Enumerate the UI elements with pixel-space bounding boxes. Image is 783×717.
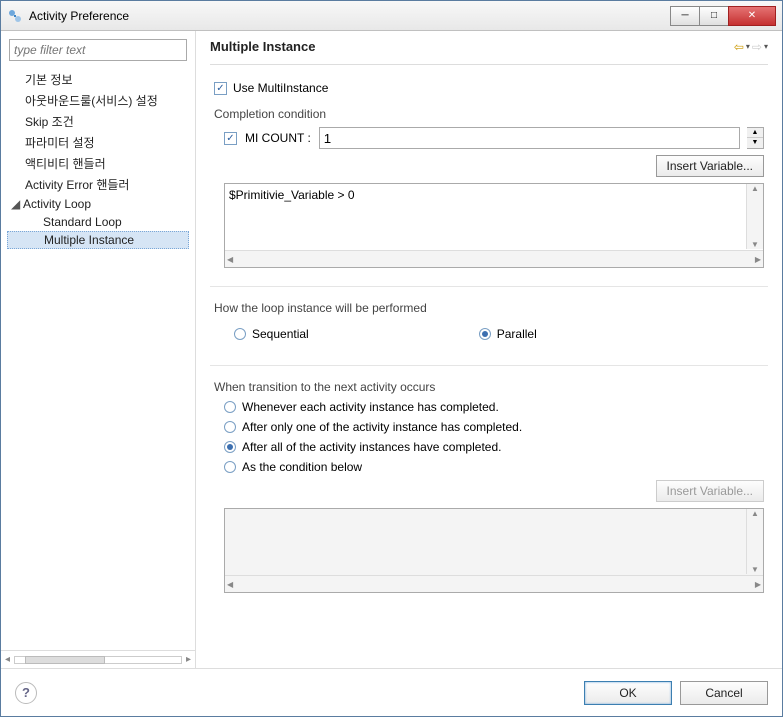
tree-item-label: Activity Error 핸들러 bbox=[25, 178, 129, 192]
transition-radio-0[interactable] bbox=[224, 401, 236, 413]
nav-back-icon[interactable]: ⇦ bbox=[734, 40, 744, 54]
tree-item-label: 액티비티 핸들러 bbox=[25, 157, 106, 171]
tree-item-label: Skip 조건 bbox=[25, 115, 74, 129]
nav-forward-icon[interactable]: ⇨ bbox=[752, 40, 762, 54]
transition-group-label: When transition to the next activity occ… bbox=[214, 380, 764, 394]
transition-option-label: As the condition below bbox=[242, 460, 362, 474]
tree-item-multiple-instance[interactable]: Multiple Instance bbox=[7, 231, 189, 249]
transition-radio-1[interactable] bbox=[224, 421, 236, 433]
maximize-button[interactable]: □ bbox=[699, 6, 729, 26]
textarea-scrollbar-h[interactable]: ◀▶ bbox=[225, 250, 763, 267]
sequential-radio[interactable] bbox=[234, 328, 246, 340]
mi-count-checkbox[interactable]: ✓ bbox=[224, 132, 237, 145]
window-title: Activity Preference bbox=[29, 9, 129, 23]
page-title: Multiple Instance bbox=[210, 39, 315, 54]
transition-option-label: After all of the activity instances have… bbox=[242, 440, 501, 454]
tree-item-label: 아웃바운드룰(서비스) 설정 bbox=[25, 94, 158, 108]
textarea-scrollbar-v[interactable]: ▲▼ bbox=[746, 184, 763, 249]
nav-forward-menu-icon[interactable]: ▾ bbox=[764, 42, 768, 51]
insert-variable-button[interactable]: Insert Variable... bbox=[656, 155, 764, 177]
tree-item[interactable]: 아웃바운드룰(서비스) 설정 bbox=[7, 90, 189, 111]
main-panel: Multiple Instance ⇦ ▾ ⇨ ▾ ✓ Use MultiIns… bbox=[196, 31, 782, 668]
cancel-button[interactable]: Cancel bbox=[680, 681, 768, 705]
use-multiinstance-label: Use MultiInstance bbox=[233, 81, 328, 95]
minimize-button[interactable]: ─ bbox=[670, 6, 700, 26]
tree-item[interactable]: 기본 정보 bbox=[7, 69, 189, 90]
textarea-scrollbar-h[interactable]: ◀▶ bbox=[225, 575, 763, 592]
transition-radio-2[interactable] bbox=[224, 441, 236, 453]
use-multiinstance-checkbox[interactable]: ✓ bbox=[214, 82, 227, 95]
app-icon bbox=[7, 8, 23, 24]
sidebar-scrollbar[interactable]: ◂▸ bbox=[1, 650, 195, 668]
ok-button[interactable]: OK bbox=[584, 681, 672, 705]
transition-option-label: Whenever each activity instance has comp… bbox=[242, 400, 499, 414]
help-icon[interactable]: ? bbox=[15, 682, 37, 704]
tree-item-label: Activity Loop bbox=[23, 197, 91, 211]
tree-item[interactable]: 파라미터 설정 bbox=[7, 132, 189, 153]
divider bbox=[210, 365, 768, 366]
mi-count-label: MI COUNT : bbox=[245, 131, 311, 145]
tree-item-label: Multiple Instance bbox=[44, 233, 134, 247]
insert-variable-button-disabled: Insert Variable... bbox=[656, 480, 764, 502]
parallel-radio[interactable] bbox=[479, 328, 491, 340]
filter-input[interactable] bbox=[9, 39, 187, 61]
tree-item-standard-loop[interactable]: Standard Loop bbox=[7, 213, 189, 231]
perform-group-label: How the loop instance will be performed bbox=[214, 301, 764, 315]
mi-count-input[interactable] bbox=[319, 127, 740, 149]
completion-condition-container: ▲▼ ◀▶ bbox=[224, 183, 764, 268]
parallel-label: Parallel bbox=[497, 327, 537, 341]
spinner-down-icon[interactable]: ▼ bbox=[747, 138, 763, 148]
tree-item-label: 파라미터 설정 bbox=[25, 136, 95, 150]
dialog-footer: ? OK Cancel bbox=[1, 668, 782, 716]
transition-condition-container: ▲▼ ◀▶ bbox=[224, 508, 764, 593]
divider bbox=[210, 286, 768, 287]
tree-item-label: Standard Loop bbox=[43, 215, 122, 229]
transition-radio-3[interactable] bbox=[224, 461, 236, 473]
textarea-scrollbar-v[interactable]: ▲▼ bbox=[746, 509, 763, 574]
close-button[interactable]: ✕ bbox=[728, 6, 776, 26]
tree-item-activity-loop[interactable]: ◢Activity Loop bbox=[7, 195, 189, 213]
tree-item[interactable]: Skip 조건 bbox=[7, 111, 189, 132]
completion-group-label: Completion condition bbox=[214, 107, 764, 121]
sidebar: 기본 정보 아웃바운드룰(서비스) 설정 Skip 조건 파라미터 설정 액티비… bbox=[1, 31, 196, 668]
titlebar: Activity Preference ─ □ ✕ bbox=[1, 1, 782, 31]
tree-item[interactable]: 액티비티 핸들러 bbox=[7, 153, 189, 174]
sequential-label: Sequential bbox=[252, 327, 309, 341]
expand-icon[interactable]: ◢ bbox=[11, 197, 23, 211]
tree-item[interactable]: Activity Error 핸들러 bbox=[7, 174, 189, 195]
transition-option-label: After only one of the activity instance … bbox=[242, 420, 522, 434]
preference-tree: 기본 정보 아웃바운드룰(서비스) 설정 Skip 조건 파라미터 설정 액티비… bbox=[1, 69, 195, 650]
spinner-up-icon[interactable]: ▲ bbox=[747, 128, 763, 138]
nav-back-menu-icon[interactable]: ▾ bbox=[746, 42, 750, 51]
tree-item-label: 기본 정보 bbox=[25, 73, 73, 87]
